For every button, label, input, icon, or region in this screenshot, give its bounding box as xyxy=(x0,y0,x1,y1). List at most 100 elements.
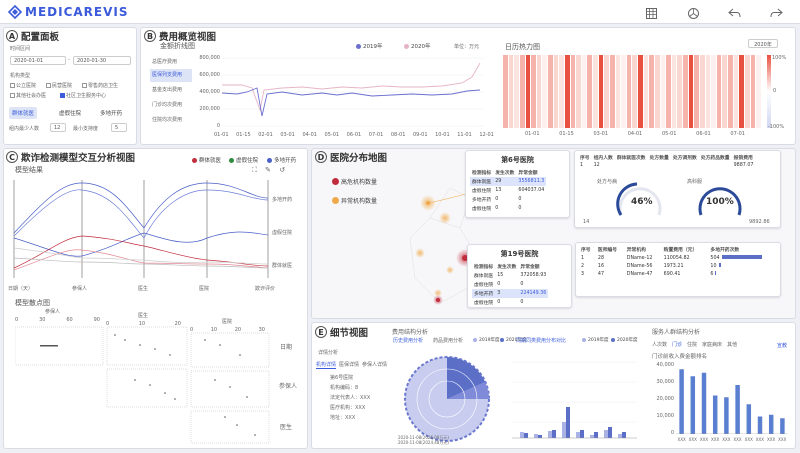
heatmap-column xyxy=(666,55,671,128)
tab-inst[interactable]: 机构详情 xyxy=(316,361,337,369)
min-people-input[interactable]: 12 xyxy=(50,123,66,132)
heatmap-column xyxy=(722,55,727,128)
metric-outpatient[interactable]: 门诊均次费用 xyxy=(150,99,192,112)
rank-tabs: 人次数 门诊 住院 家庭病床 其他 xyxy=(652,341,737,348)
date-start-input[interactable]: 2020-01-01 xyxy=(10,56,66,65)
btn-multi-pharmacy[interactable]: 多地开药 xyxy=(97,107,125,119)
cost-yticks: 800,000 600,000 400,000 200,000 0 xyxy=(199,55,220,129)
hospital-19-card[interactable]: 第19号医院 检测指标 发生次数 异常金额 群体就医 15 372058.93 虚假住院… xyxy=(467,244,572,308)
calendar-heatmap xyxy=(503,55,761,128)
rank-bar xyxy=(679,369,684,434)
metric-inpatient[interactable]: 住院均次费用 xyxy=(150,114,192,127)
tab-insured[interactable]: 参保人详情 xyxy=(362,361,387,368)
hospital-6-detail: 序号 组内人数 群体就医次数 处方数量 处方调剂数 处方药品数量 报销费用 1 12 9887.… xyxy=(574,150,781,228)
scatter-row-doctor: 医生 xyxy=(280,424,293,431)
checkbox-public[interactable]: 公立医院 xyxy=(10,82,36,89)
axis-hospital: 医院 xyxy=(199,286,210,292)
model-result-title: 模型结果 xyxy=(15,166,43,174)
heatmap-column xyxy=(739,55,744,128)
pie-note: 2020-11-08(2026.08万元) 2020-11-08(2024.48… xyxy=(398,435,449,445)
metric-fund[interactable]: 基金支出费用 xyxy=(150,84,192,97)
rank-bar xyxy=(724,397,729,434)
struct-tab-drug[interactable]: 药品费用分析 xyxy=(433,337,463,344)
redo-icon[interactable] xyxy=(766,6,786,20)
btn-group-visit[interactable]: 群体就医 xyxy=(9,107,38,119)
heatmap-xticks: 01-01 01-15 03-01 04-01 05-01 06-01 07-01 xyxy=(525,131,745,137)
btn-fake-hospital[interactable]: 虚假住院 xyxy=(56,107,84,119)
scatter-title: 模型散点图 xyxy=(15,299,50,307)
compare-legend-2020: 2020年度 xyxy=(611,337,637,343)
undo-icon[interactable] xyxy=(724,6,744,20)
checkbox-private[interactable]: 民营医院 xyxy=(46,82,72,89)
heatmap-scale xyxy=(767,55,771,128)
checkbox-community[interactable]: 社区卫生服务中心 xyxy=(60,92,106,99)
heatmap-column xyxy=(604,55,609,128)
line-2020 xyxy=(222,62,481,112)
heatmap-column xyxy=(688,55,694,128)
cost-metric-list: 总医疗费用 医保列支费用 基金支出费用 门诊均次费用 住院均次费用 xyxy=(150,56,192,127)
heatmap-column xyxy=(570,55,576,128)
scatter-xticks-1: 0 30 60 90 xyxy=(15,317,100,323)
metric-insurance[interactable]: 医保列支费用 xyxy=(150,69,192,82)
checkbox-pharmacy[interactable]: 零售药店卫生 xyxy=(82,82,118,89)
rank-bar xyxy=(690,376,696,434)
h19-row-multi[interactable]: 多地开药 3 224149.36 xyxy=(472,289,549,298)
heatmap-column xyxy=(626,55,632,128)
rank-tab-visits[interactable]: 人次数 xyxy=(652,341,667,348)
rank-bar xyxy=(701,372,707,434)
detail-analysis-tab[interactable]: 详情分析 xyxy=(318,349,338,356)
checkbox-other[interactable]: 其他社会办医 xyxy=(10,92,46,99)
rank-tab-inpatient[interactable]: 住院 xyxy=(687,341,697,348)
heatmap-column xyxy=(671,55,677,128)
fraud-title: C 欺诈检测模型交互分析视图 xyxy=(6,150,135,164)
rank-bar-chart xyxy=(676,369,788,434)
min-freq-input[interactable]: 5 xyxy=(111,123,127,132)
tab-insurance[interactable]: 医保详情 xyxy=(339,361,359,368)
date-end-input[interactable]: 2020-01-30 xyxy=(73,56,131,65)
scatter-row-date: 日期 xyxy=(280,344,293,351)
rank-x-label: XXX xyxy=(733,437,742,442)
rank-tab-outpatient[interactable]: 门诊 xyxy=(672,341,682,348)
pc-right-label-multi: 多地开药 xyxy=(272,197,293,203)
heatmap-column xyxy=(728,55,733,128)
struct-pie xyxy=(404,356,490,442)
compare-bars xyxy=(512,361,637,439)
rank-bar xyxy=(768,414,774,434)
brand-name: MEDICAREVIS xyxy=(25,5,129,19)
table-icon[interactable] xyxy=(641,6,661,20)
heatmap-column xyxy=(503,55,508,128)
heatmap-column xyxy=(632,55,637,128)
rank-bar xyxy=(746,404,752,434)
min-freq-label: 最小支持度 xyxy=(73,126,99,132)
rank-tab-other[interactable]: 其他 xyxy=(727,341,737,348)
legend-group: 群体就医 xyxy=(192,156,221,164)
legend-2020: 2020年 xyxy=(404,42,431,50)
heatmap-column xyxy=(525,55,531,128)
heatmap-column xyxy=(694,55,699,128)
struct-tab-history[interactable]: 历史费用分析 xyxy=(393,337,423,344)
scatter-row-insured: 参保人 xyxy=(279,383,298,390)
year-select[interactable]: 2020年 xyxy=(748,39,778,48)
rank-x-label: XXX xyxy=(778,437,787,442)
toolbar-icons[interactable]: ⛶ ✎ ↺ xyxy=(252,166,288,175)
heatmap-column xyxy=(593,55,598,128)
rank-x-label: XXX xyxy=(711,437,720,442)
rank-x-label: XXX xyxy=(755,437,765,442)
config-title: A 配置面板 xyxy=(6,29,59,43)
time-label: 时间区间 xyxy=(10,46,31,52)
rank-subtitle: 门诊前收入费金额排名 xyxy=(652,354,708,360)
heatmap-column xyxy=(531,55,536,128)
rank-tab-home[interactable]: 家庭病床 xyxy=(702,341,722,348)
heatmap-column xyxy=(587,55,592,128)
inst-label: 机构类型 xyxy=(10,73,31,79)
heatmap-column xyxy=(536,55,542,128)
hospital-6-card[interactable]: 第6号医院 检测指标 发生次数 异常金额 群体就医 29 3556811.3 虚假住院 1… xyxy=(465,150,570,218)
heatmap-column xyxy=(553,55,559,128)
h6-row-group[interactable]: 群体就医 29 3556811.3 xyxy=(470,177,547,186)
legend-high-risk: 高危机构数量 xyxy=(332,177,377,186)
legend-fake: 虚假住院 xyxy=(229,156,258,164)
metric-total[interactable]: 总医疗费用 xyxy=(150,56,192,69)
rank-bar xyxy=(780,418,785,434)
heatmap-column xyxy=(649,55,654,128)
pie-chart-icon[interactable] xyxy=(683,6,703,20)
